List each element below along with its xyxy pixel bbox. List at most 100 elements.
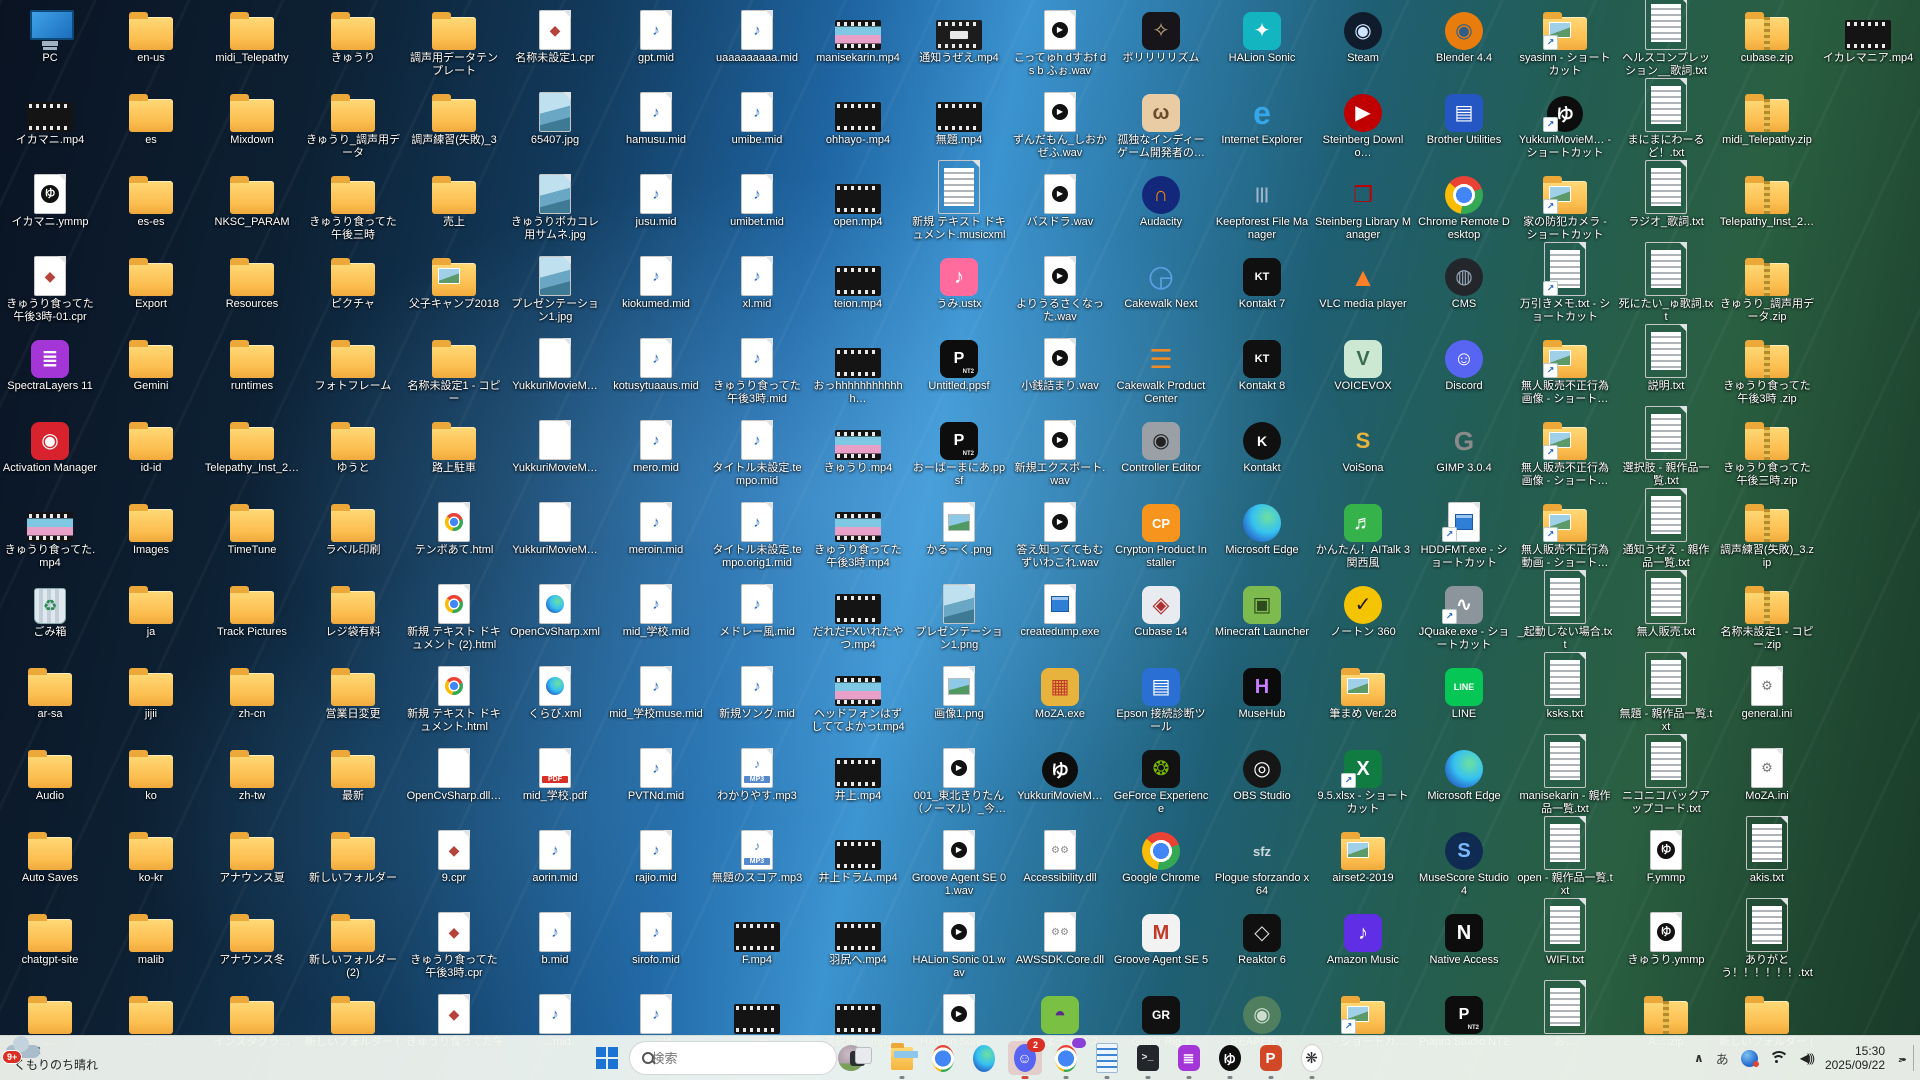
desktop-icon[interactable]: PDF mid_学校.pdf [507,744,603,803]
desktop-icon[interactable]: manisekarin - 親作品一覧.txt [1517,734,1613,816]
desktop-icon[interactable]: フォトフレーム [305,334,401,393]
desktop-icon[interactable]: ↗ HDDFMT.exe - ショートカット [1416,498,1512,570]
desktop-icon[interactable]: ありがとう！！！！！！.txt [1719,898,1815,980]
desktop-icon[interactable]: ↗ 家の防犯カメラ - ショートカット [1517,170,1613,242]
desktop-icon[interactable]: P NT2 おーばーまにあ.ppsf [911,416,1007,488]
desktop-icon[interactable]: KT Kontakt 7 [1214,252,1310,311]
start-button[interactable] [592,1043,622,1073]
desktop-icon[interactable]: ♪ 新規ソング.mid [709,662,805,721]
desktop-icon[interactable]: だれだFXいれたやつ.mp4 [810,580,906,652]
desktop-icon[interactable]: 死にたい_ゅ歌詞.txt [1618,242,1714,324]
desktop-icon[interactable]: ar-sa [2,662,98,721]
desktop-icon[interactable]: ♪ gpt.mid [608,6,704,65]
desktop-icon[interactable]: e Internet Explorer [1214,88,1310,147]
desktop-icon[interactable]: ❒ Steinberg Library Manager [1315,170,1411,242]
desktop-icon[interactable]: Microsoft Edge [1214,498,1310,557]
desktop-icon[interactable]: ◆ きゅうり食ってた午後3時-01.cpr [2,252,98,324]
desktop-icon[interactable]: ♪ PVTNd.mid [608,744,704,803]
desktop-icon[interactable]: NKSC_PARAM [204,170,300,229]
desktop-icon[interactable]: ◉ Blender 4.4 [1416,6,1512,65]
desktop-icon[interactable]: 通知うぜえ - 親作品一覧.txt [1618,488,1714,570]
desktop-icon[interactable]: N Native Access [1416,908,1512,967]
desktop-icon[interactable]: イカレマニア.mp4 [1820,6,1916,65]
desktop-icon[interactable]: Resources [204,252,300,311]
desktop-icon[interactable]: きゅうり_調声用データ.zip [1719,252,1815,324]
desktop-icon[interactable]: 無人販売.txt [1618,570,1714,639]
desktop-icon[interactable]: ≣ SpectraLayers 11 [2,334,98,393]
taskbar-spectralayers[interactable]: ≣ [1172,1041,1206,1079]
desktop-icon[interactable]: open.mp4 [810,170,906,229]
wifi-icon[interactable] [1768,1051,1789,1065]
desktop-icon[interactable]: きゅうり食ってた.mp4 [2,498,98,570]
taskbar-discord[interactable]: ☺ 2 [1007,1038,1045,1079]
desktop-icon[interactable]: Auto Saves [2,826,98,885]
desktop-icon[interactable]: ラベル印刷 [305,498,401,557]
desktop-icon[interactable]: 新しいフォルダー [305,826,401,885]
desktop-icon[interactable]: ♪ きゅうり食ってた午後3時.mid [709,334,805,406]
desktop-icon[interactable]: ゆうと [305,416,401,475]
desktop-icon[interactable]: OpenCvSharp.dll… [406,744,502,803]
desktop-icon[interactable]: プレゼンテーション1.jpg [507,252,603,324]
taskbar-chatgpt[interactable]: ❋ [1295,1041,1329,1079]
desktop-icon[interactable]: Images [103,498,199,557]
desktop-icon[interactable]: en-us [103,6,199,65]
desktop-icon[interactable]: ◉ Steam [1315,6,1411,65]
desktop-icon[interactable]: きゅうり食ってた午後3時.mp4 [810,498,906,570]
desktop-icon[interactable]: Gemini [103,334,199,393]
taskbar-chrome[interactable] [926,1041,960,1075]
desktop-icon[interactable]: ▶ Steinberg Downlo… [1315,88,1411,160]
search-box[interactable] [628,1041,864,1075]
desktop-icon[interactable]: ◉ Controller Editor [1113,416,1209,475]
desktop-icon[interactable]: zh-tw [204,744,300,803]
desktop-icon[interactable]: ♪ タイトル未設定.tempo.mid [709,416,805,488]
desktop-icon[interactable]: 調声用データテンプレート [406,6,502,78]
desktop-icon[interactable]: Chrome Remote Desktop [1416,170,1512,242]
desktop-icon[interactable]: ♪ うみ.ustx [911,252,1007,311]
desktop-icon[interactable]: 選択肢 - 親作品一覧.txt [1618,406,1714,488]
desktop-icon[interactable]: ラジオ_歌詞.txt [1618,160,1714,229]
tray-app-icon[interactable] [1740,1049,1759,1067]
desktop-icon[interactable]: ♪ メドレー風.mid [709,580,805,639]
desktop-icon[interactable]: YukkuriMovieM… [507,334,603,393]
desktop-icon[interactable]: es [103,88,199,147]
desktop-icon[interactable]: 調声練習(失敗)_3 [406,88,502,147]
desktop-icon[interactable]: 通知うぜえ.mp4 [911,6,1007,65]
desktop-icon[interactable]: まにまにわーるど！.txt [1618,78,1714,160]
volume-icon[interactable]: ◀))) [1800,1051,1815,1065]
desktop-icon[interactable]: ヘルスコンプレッション__歌詞.txt [1618,0,1714,78]
desktop-icon[interactable]: Export [103,252,199,311]
desktop-icon[interactable]: ⚙⚙ Accessibility.dll [1012,826,1108,885]
desktop-icon[interactable]: ◍ CMS [1416,252,1512,311]
desktop-icon[interactable]: ◆ きゅうり食ってた午後3時.cpr [406,908,502,980]
desktop-icon[interactable]: LINE LINE [1416,662,1512,721]
desktop-icon[interactable]: Microsoft Edge [1416,744,1512,803]
desktop-icon[interactable]: runtimes [204,334,300,393]
desktop-icon[interactable]: 最新 [305,744,401,803]
desktop-icon[interactable]: ↗ 無人販売不正行為画像 - ショートカット [1517,416,1613,488]
desktop-icon[interactable]: 名称未設定1 - コピー [406,334,502,406]
desktop-icon[interactable]: イカマニ.mp4 [2,88,98,147]
tray-clock[interactable]: 15:30 2025/09/22 [1825,1044,1885,1072]
desktop-icon[interactable]: 新しいフォルダー (2) [305,908,401,980]
desktop-icon[interactable]: ▶ こってゅh dすおf d s b ふぉ.wav [1012,6,1108,78]
desktop-icon[interactable]: ↗ 無人販売不正行為画像 - ショートカッ… [1517,334,1613,406]
desktop-icon[interactable]: chatgpt-site [2,908,98,967]
desktop-icon[interactable]: KT Kontakt 8 [1214,334,1310,393]
desktop-icon[interactable]: ♪ rajio.mid [608,826,704,885]
desktop-icon[interactable]: ヘッドフォンはずしててよかっt.mp4 [810,662,906,734]
desktop-icon[interactable]: 65407.jpg [507,88,603,147]
desktop-icon[interactable]: 新規 テキスト ドキュメント (2).html [406,580,502,652]
desktop-icon[interactable]: ▶ ずんだもん_しおかぜふ.wav [1012,88,1108,160]
desktop-icon[interactable]: ⚙ MoZA.ini [1719,744,1815,803]
desktop-icon[interactable]: 説明.txt [1618,324,1714,393]
desktop-icon[interactable]: ♪ meroin.mid [608,498,704,557]
desktop-icon[interactable]: 羽尻へ.mp4 [810,908,906,967]
desktop-icon[interactable]: ♪ kotusytuaaus.mid [608,334,704,393]
desktop-icon[interactable]: YukkuriMovieM… [507,416,603,475]
desktop-icon[interactable]: ❂ GeForce Experience [1113,744,1209,816]
desktop-icon[interactable]: おっhhhhhhhhhhhh… [810,334,906,406]
desktop-icon[interactable]: きゅうり.mp4 [810,416,906,475]
desktop-icon[interactable]: ω孤独なインディーゲーム開発者の一生 … [1113,88,1209,160]
desktop-icon[interactable]: Telepathy_Inst_2… [1719,170,1815,229]
desktop-icon[interactable]: きゅうり [305,6,401,65]
